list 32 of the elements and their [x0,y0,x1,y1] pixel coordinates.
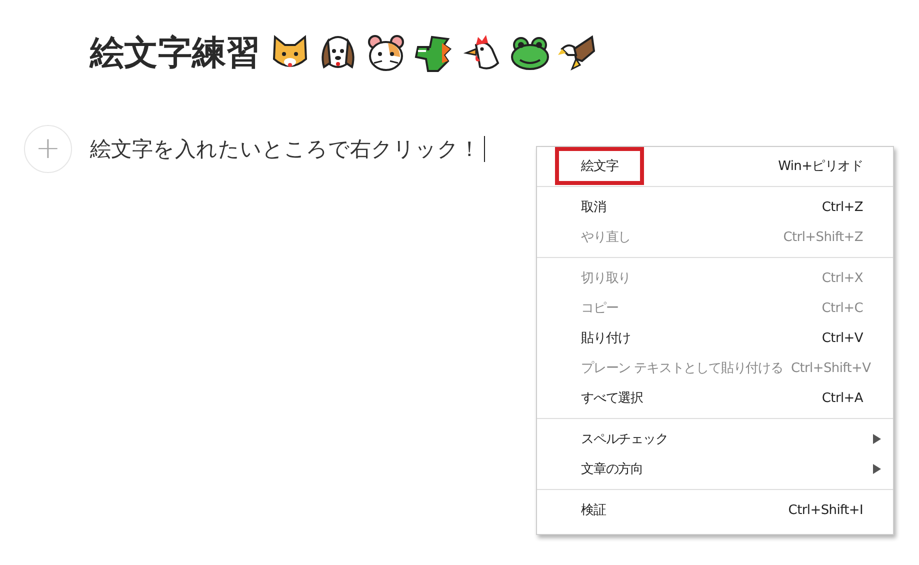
shortcut-text: Ctrl+Shift+V [790,360,871,376]
menu-item-label: やり直し [581,229,632,246]
text-cursor [484,136,485,162]
shortcut-text: Win+ピリオド [778,158,863,175]
menu-item-label: プレーン テキストとして貼り付ける [581,360,783,377]
menu-item-label: コピー [581,300,620,317]
editor-text[interactable]: 絵文字を入れたいところで右クリック！ [90,135,480,163]
menu-item-label: 貼り付け [581,330,632,347]
menu-item[interactable]: 絵文字 Win+ピリオド [537,151,893,181]
shortcut-text: Ctrl+V [822,330,863,346]
menu-item[interactable]: 取消 Ctrl+Z [537,192,893,222]
menu-item-label: 文章の方向 [581,461,644,478]
menu-item[interactable]: すべて選択 Ctrl+A [537,383,893,413]
page-title: 絵文字練習 [90,32,260,75]
menu-item[interactable]: スペルチェック [537,424,893,454]
menu-item-label: 検証 [581,502,607,519]
menu-item[interactable]: 文章の方向 [537,454,893,484]
menu-item[interactable]: 貼り付け Ctrl+V [537,323,893,353]
menu-item-label: 切り取り [581,270,632,287]
shortcut-text: Ctrl+A [822,390,863,406]
shortcut-text: Ctrl+Shift+Z [783,230,863,244]
menu-item-label: すべて選択 [581,390,644,407]
shortcut-text: Ctrl+X [822,270,863,286]
menu-item[interactable]: 検証 Ctrl+Shift+I [537,495,893,525]
hamster-face-icon [366,33,406,73]
menu-item-label: 取消 [581,199,607,216]
menu-item-label: スペルチェック [581,431,669,448]
shortcut-text: Ctrl+Z [822,200,863,214]
eagle-icon [558,33,598,73]
shortcut-text: Ctrl+C [822,300,863,316]
shortcut-text: Ctrl+Shift+I [788,502,863,518]
dragon-face-icon [414,33,454,73]
